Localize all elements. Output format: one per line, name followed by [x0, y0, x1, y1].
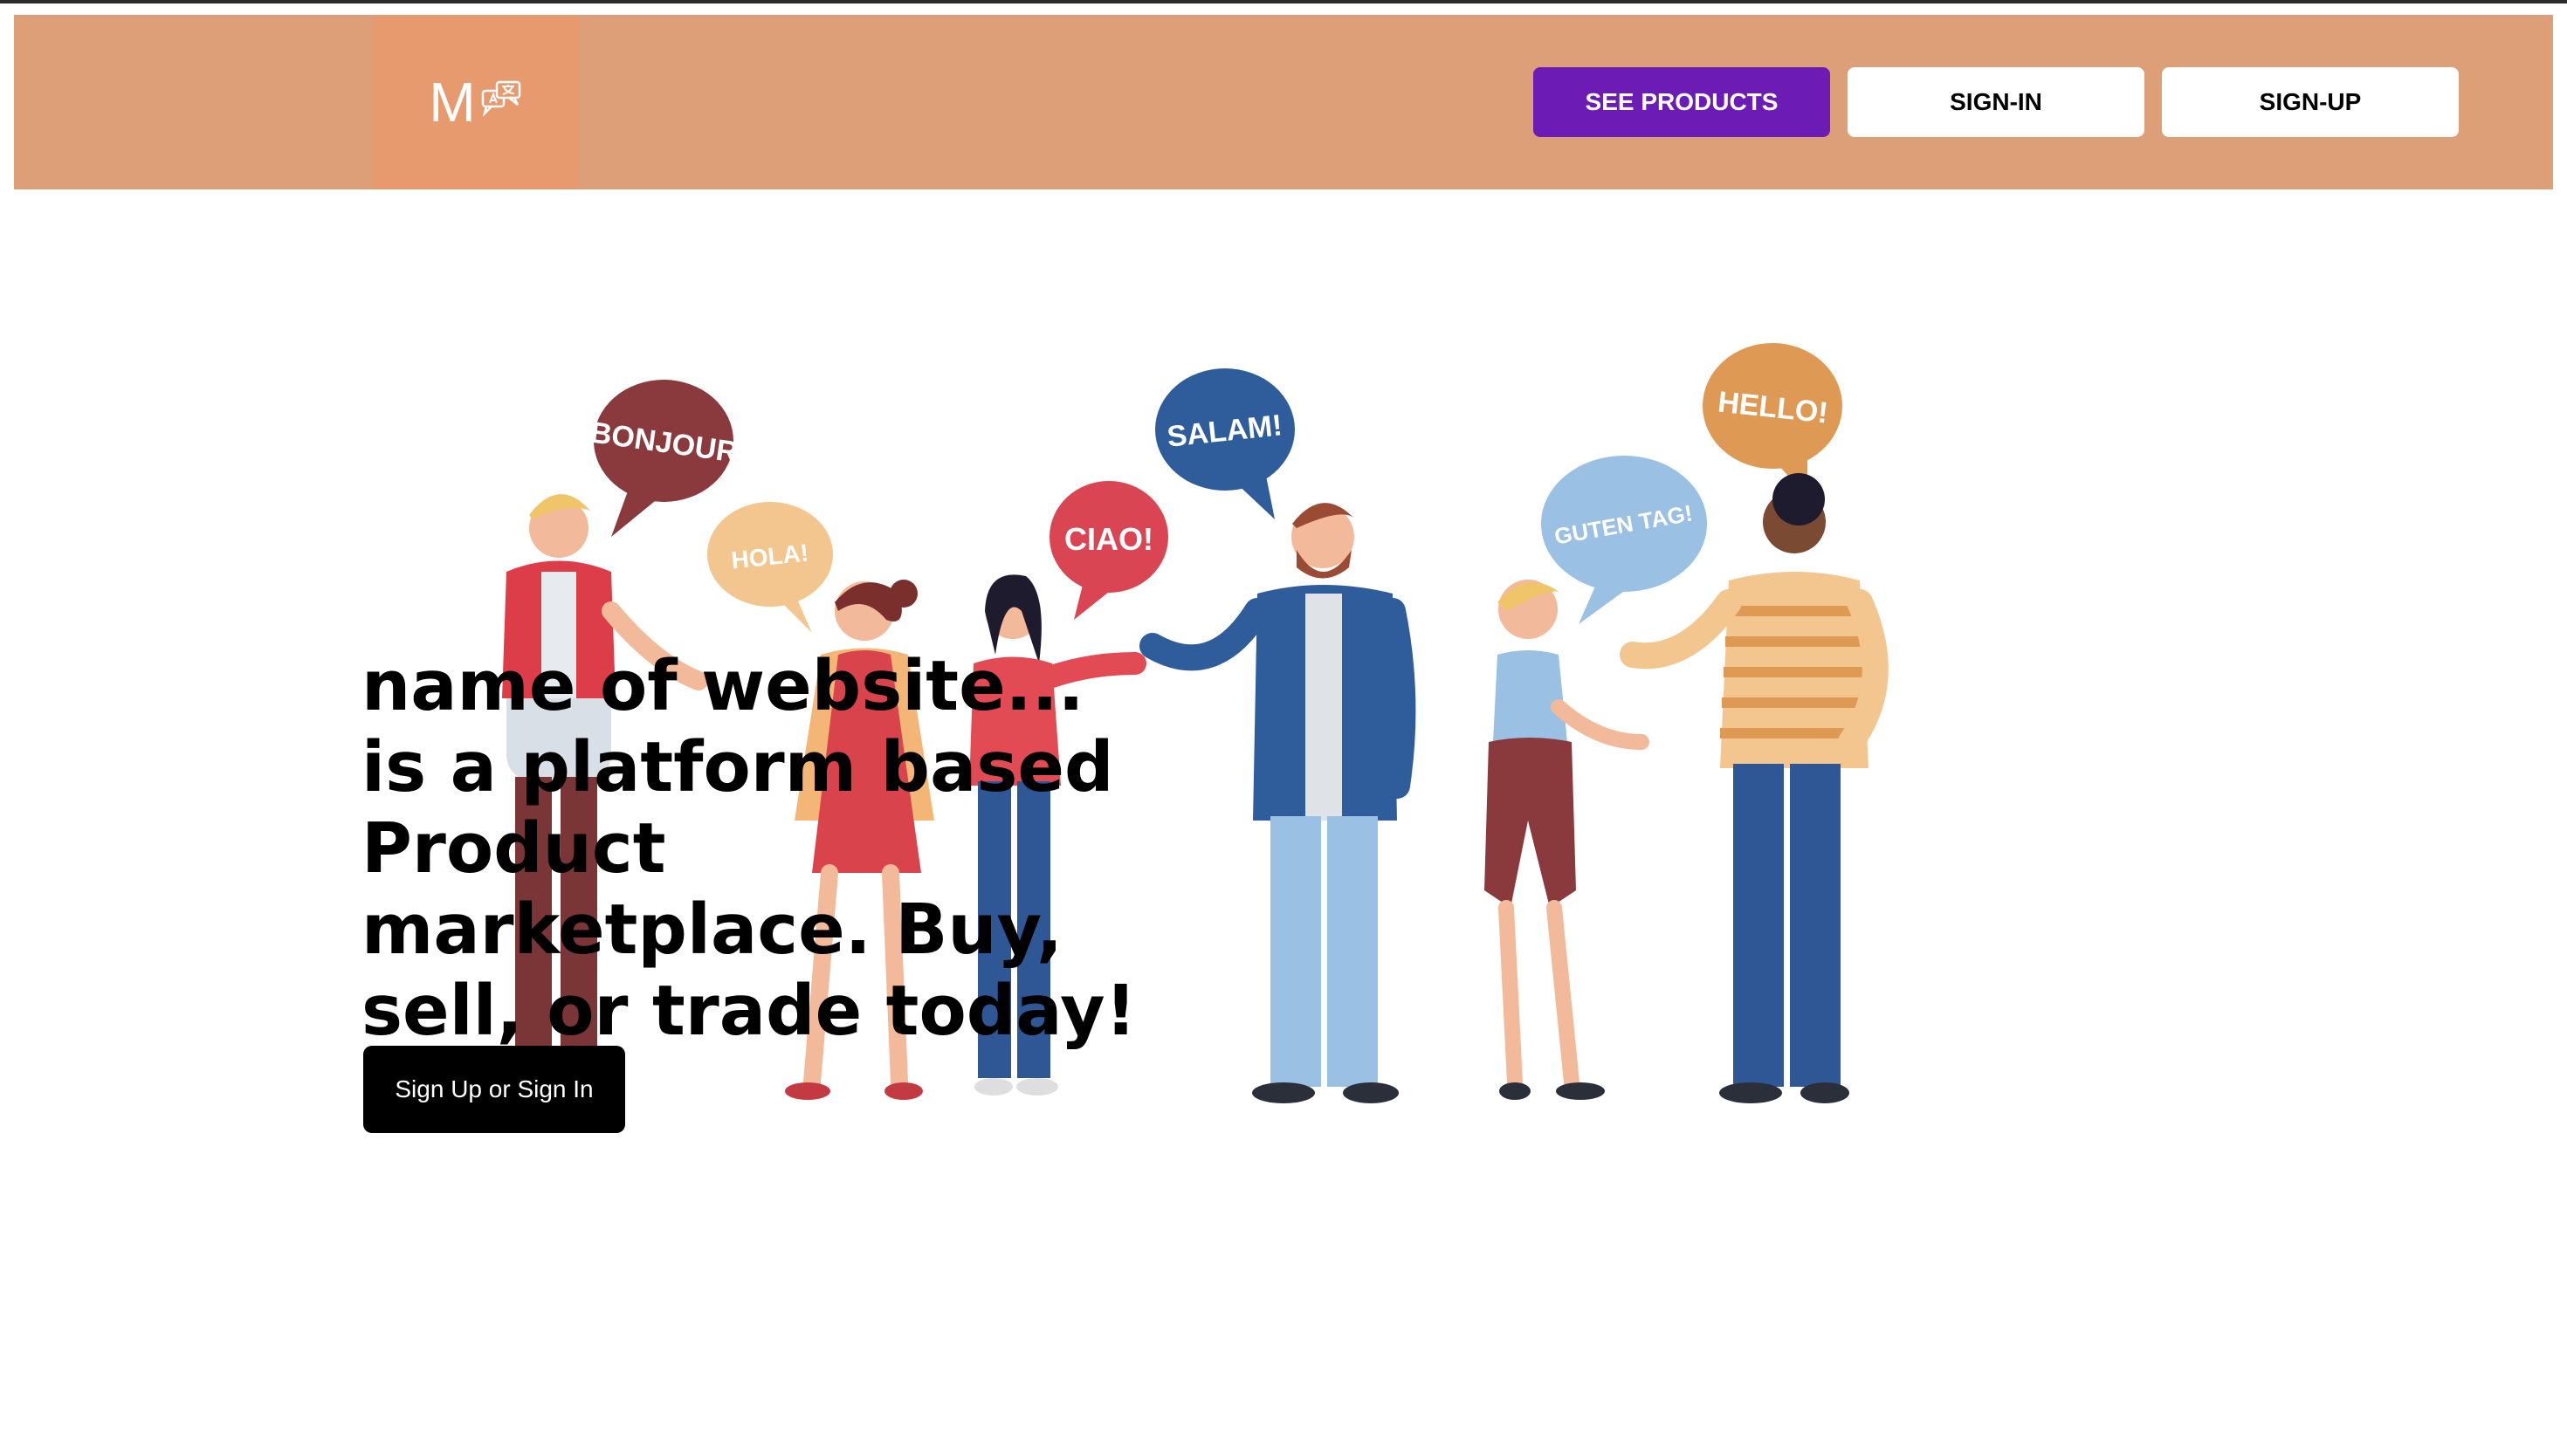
speech-bubble-hola: HOLA! [707, 502, 833, 633]
logo[interactable]: M [374, 15, 580, 189]
speech-bubble-hello: HELLO! [1703, 343, 1842, 498]
speech-bubble-ciao: CIAO! [1050, 481, 1168, 620]
speech-bubble-bonjour: BONJOUR [588, 380, 740, 537]
translate-chat-icon [481, 80, 520, 117]
sign-up-or-sign-in-button[interactable]: Sign Up or Sign In [363, 1046, 625, 1133]
see-products-button[interactable]: SEE PRODUCTS [1533, 67, 1830, 137]
navbar: M SEE PRODUCTS SIGN-IN SIGN-UP [14, 15, 2553, 189]
person-maroon-pants [1484, 580, 1649, 1100]
svg-text:CIAO!: CIAO! [1064, 521, 1153, 557]
window-top-rule [0, 0, 2567, 15]
speech-bubble-guten-tag: GUTEN TAG! [1541, 456, 1707, 624]
speech-bubble-salam: SALAM! [1155, 368, 1295, 519]
sign-up-button[interactable]: SIGN-UP [2162, 67, 2459, 137]
hero-headline: name of website... is a platform based P… [361, 646, 1137, 1051]
person-blue-jacket [1139, 503, 1416, 1103]
logo-letter: M [429, 71, 476, 134]
sign-in-button[interactable]: SIGN-IN [1848, 67, 2144, 137]
